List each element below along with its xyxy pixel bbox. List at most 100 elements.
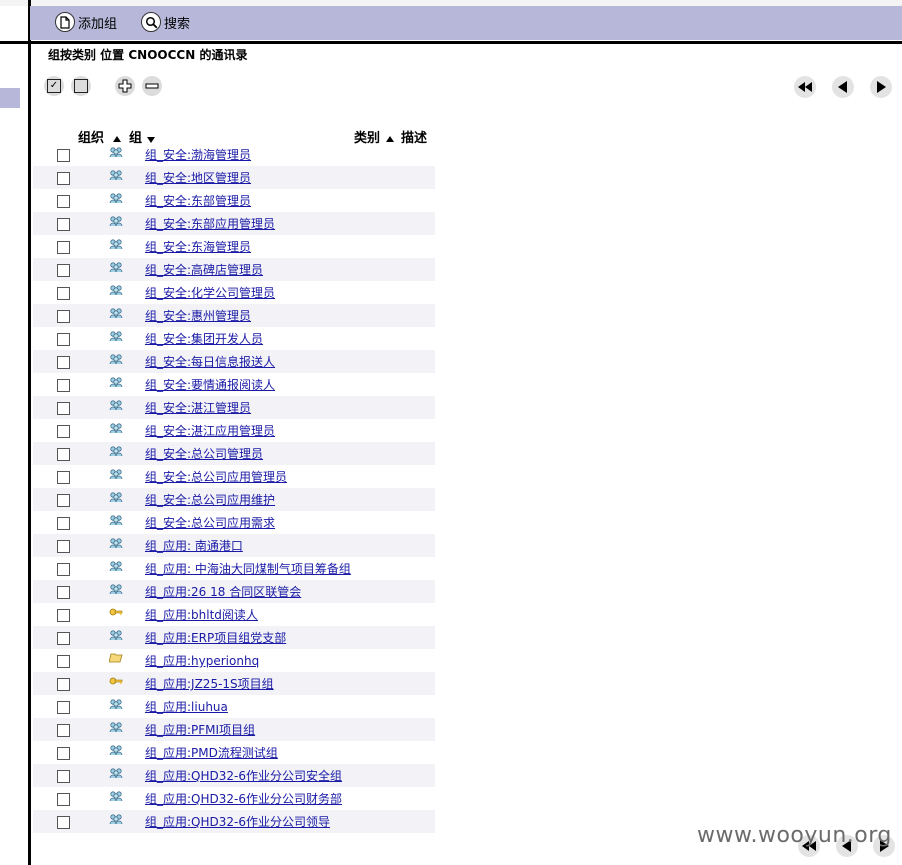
row-checkbox[interactable] bbox=[57, 632, 70, 645]
row-checkbox[interactable] bbox=[57, 517, 70, 530]
row-checkbox[interactable] bbox=[57, 609, 70, 622]
row-checkbox[interactable] bbox=[57, 172, 70, 185]
group-icon bbox=[109, 721, 123, 733]
row-checkbox[interactable] bbox=[57, 540, 70, 553]
group-icon bbox=[109, 468, 123, 480]
group-link[interactable]: 组_安全:湛江管理员 bbox=[145, 399, 251, 416]
group-link[interactable]: 组_应用:liuhua bbox=[145, 698, 228, 715]
group-link[interactable]: 组_应用:hyperionhq bbox=[145, 652, 259, 669]
group-link[interactable]: 组_安全:总公司应用管理员 bbox=[145, 468, 287, 485]
group-icon bbox=[109, 169, 123, 181]
group-link[interactable]: 组_应用: 中海油大同煤制气项目筹备组 bbox=[145, 560, 351, 577]
group-list: 组_安全:渤海管理员 组_安全:地区管理员 组_安全:东部管理员组_安全:东部应用管… bbox=[33, 143, 435, 833]
group-icon bbox=[109, 376, 123, 388]
group-icon bbox=[109, 790, 123, 802]
key-icon bbox=[109, 675, 123, 687]
list-item: 组_应用: 中海油大同煤制气项目筹备组 bbox=[33, 557, 435, 580]
list-item: 组_应用: 南通港口 bbox=[33, 534, 435, 557]
list-item: 组_安全:总公司应用需求 bbox=[33, 511, 435, 534]
first-page-button[interactable] bbox=[794, 76, 816, 98]
group-link[interactable]: 组_安全:集团开发人员 bbox=[145, 330, 263, 347]
row-checkbox[interactable] bbox=[57, 425, 70, 438]
row-checkbox[interactable] bbox=[57, 402, 70, 415]
group-link[interactable]: 组_安全:总公司应用维护 bbox=[145, 491, 275, 508]
group-link[interactable]: 组_应用:PFMI项目组 bbox=[145, 721, 255, 738]
expand-all-button[interactable] bbox=[115, 76, 135, 96]
row-checkbox[interactable] bbox=[57, 471, 70, 484]
list-item: 组_应用:26 18 合同区联管会 bbox=[33, 580, 435, 603]
group-link[interactable]: 组_安全:化学公司管理员 bbox=[145, 284, 275, 301]
group-link[interactable]: 组_应用:QHD32-6作业分公司安全组 bbox=[145, 767, 342, 784]
row-checkbox[interactable] bbox=[57, 241, 70, 254]
row-checkbox[interactable] bbox=[57, 793, 70, 806]
next-page-button[interactable] bbox=[870, 76, 892, 98]
group-link[interactable]: 组_应用:QHD32-6作业分公司财务部 bbox=[145, 790, 342, 807]
group-icon bbox=[109, 491, 123, 503]
row-checkbox[interactable] bbox=[57, 816, 70, 829]
group-icon bbox=[109, 146, 123, 158]
previous-page-button[interactable] bbox=[832, 76, 854, 98]
add-group-label: 添加组 bbox=[78, 16, 118, 32]
row-checkbox[interactable] bbox=[57, 310, 70, 323]
group-icon bbox=[109, 330, 123, 342]
row-checkbox[interactable] bbox=[57, 747, 70, 760]
search-button[interactable]: 搜索 bbox=[141, 11, 190, 33]
group-link[interactable]: 组_应用:QHD32-6作业分公司领导 bbox=[145, 813, 330, 830]
list-item: 组_安全:地区管理员 bbox=[33, 166, 435, 189]
deselect-all-button[interactable] bbox=[71, 76, 91, 96]
add-group-button[interactable]: 添加组 bbox=[55, 11, 117, 33]
group-link[interactable]: 组_应用:bhltd阅读人 bbox=[145, 606, 258, 623]
group-link[interactable]: 组_应用: 南通港口 bbox=[145, 537, 243, 554]
row-checkbox[interactable] bbox=[57, 770, 70, 783]
row-checkbox[interactable] bbox=[57, 655, 70, 668]
row-checkbox[interactable] bbox=[57, 379, 70, 392]
row-checkbox[interactable] bbox=[57, 264, 70, 277]
row-checkbox[interactable] bbox=[57, 333, 70, 346]
group-link[interactable]: 组_安全:东海管理员 bbox=[145, 238, 251, 255]
row-checkbox[interactable] bbox=[57, 724, 70, 737]
page-title: 组按类别 位置 CNOOCCN 的通讯录 bbox=[48, 48, 248, 62]
group-link[interactable]: 组_安全:要情通报阅读人 bbox=[145, 376, 275, 393]
group-icon bbox=[109, 560, 123, 572]
search-icon bbox=[141, 12, 161, 32]
list-item: 组_应用:liuhua bbox=[33, 695, 435, 718]
group-icon bbox=[109, 537, 123, 549]
group-link[interactable]: 组_安全:东部应用管理员 bbox=[145, 215, 275, 232]
row-checkbox[interactable] bbox=[57, 494, 70, 507]
group-link[interactable]: 组_安全:惠州管理员 bbox=[145, 307, 251, 324]
group-link[interactable]: 组_应用:PMD流程测试组 bbox=[145, 744, 278, 761]
row-checkbox[interactable] bbox=[57, 195, 70, 208]
group-link[interactable]: 组_应用:26 18 合同区联管会 bbox=[145, 583, 301, 600]
list-item: 组_应用:JZ25-1S项目组 bbox=[33, 672, 435, 695]
row-checkbox[interactable] bbox=[57, 149, 70, 162]
row-checkbox[interactable] bbox=[57, 586, 70, 599]
group-link[interactable]: 组_安全:总公司应用需求 bbox=[145, 514, 275, 531]
left-frame-tab[interactable] bbox=[0, 88, 20, 108]
group-icon bbox=[109, 307, 123, 319]
row-checkbox[interactable] bbox=[57, 678, 70, 691]
collapse-all-button[interactable] bbox=[142, 76, 162, 96]
group-link[interactable]: 组_安全:东部管理员 bbox=[145, 192, 251, 209]
group-link[interactable]: 组_安全:高碑店管理员 bbox=[145, 261, 263, 278]
list-item: 组_安全:惠州管理员 bbox=[33, 304, 435, 327]
group-link[interactable]: 组_应用:JZ25-1S项目组 bbox=[145, 675, 274, 692]
group-link[interactable]: 组_安全:每日信息报送人 bbox=[145, 353, 275, 370]
group-icon bbox=[109, 698, 123, 710]
group-icon bbox=[109, 399, 123, 411]
row-checkbox[interactable] bbox=[57, 287, 70, 300]
row-checkbox[interactable] bbox=[57, 701, 70, 714]
select-all-button[interactable]: ✓ bbox=[44, 76, 64, 96]
list-item: 组_安全:东部应用管理员 bbox=[33, 212, 435, 235]
group-icon bbox=[109, 353, 123, 365]
row-checkbox[interactable] bbox=[57, 218, 70, 231]
list-item: 组_安全:渤海管理员 bbox=[33, 143, 435, 166]
triangle-right-icon bbox=[877, 81, 886, 93]
group-link[interactable]: 组_安全:湛江应用管理员 bbox=[145, 422, 275, 439]
group-link[interactable]: 组_应用:ERP项目组党支部 bbox=[145, 629, 286, 646]
row-checkbox[interactable] bbox=[57, 448, 70, 461]
row-checkbox[interactable] bbox=[57, 356, 70, 369]
group-link[interactable]: 组_安全:地区管理员 bbox=[145, 169, 251, 186]
row-checkbox[interactable] bbox=[57, 563, 70, 576]
group-link[interactable]: 组_安全:总公司管理员 bbox=[145, 445, 263, 462]
group-link[interactable]: 组_安全:渤海管理员 bbox=[145, 146, 251, 163]
